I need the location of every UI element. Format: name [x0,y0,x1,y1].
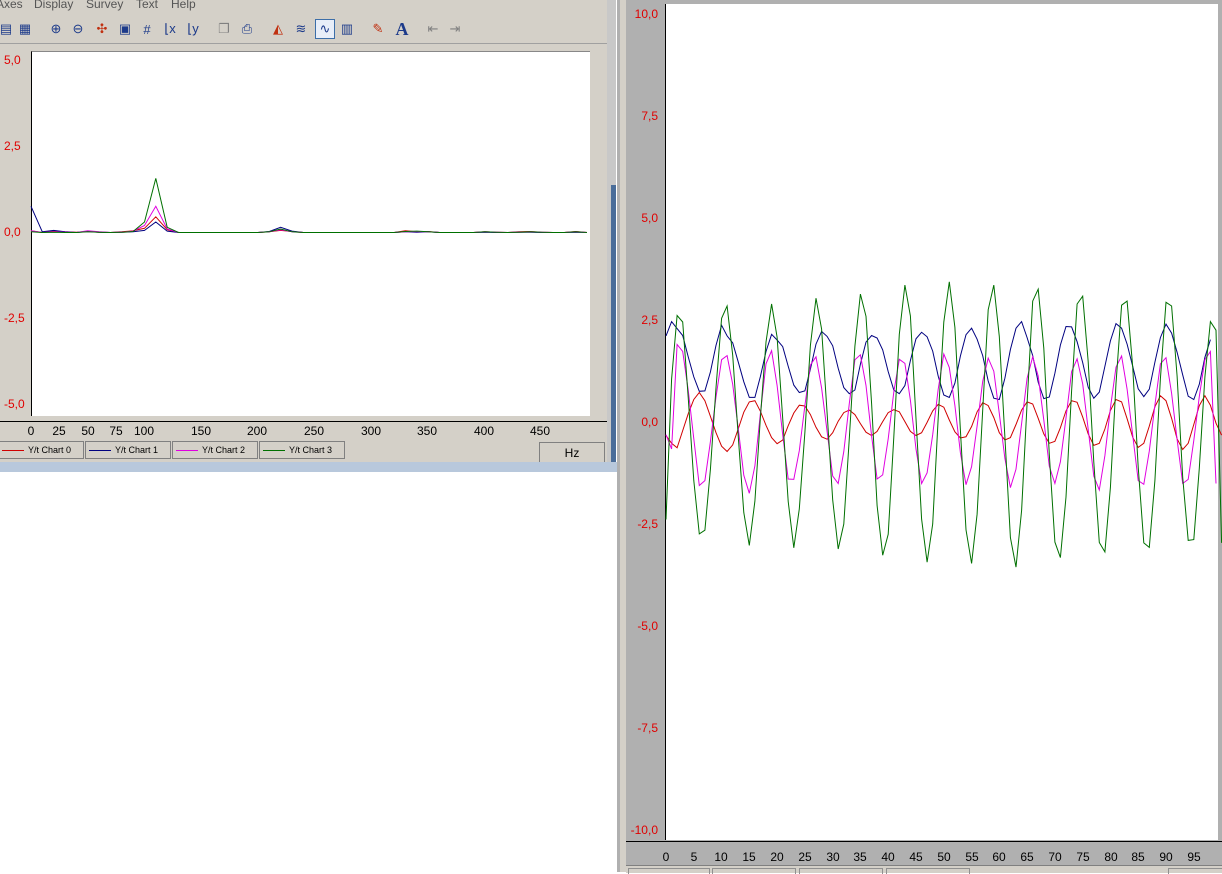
cursor-icon[interactable]: ✣ [92,19,112,39]
legend-label: Y/t Chart 2 [202,445,246,455]
x-tick-label: 0 [27,424,35,438]
x-tick-label: 80 [1104,850,1118,864]
legend-label: Y/t Chart 3 [289,445,333,455]
x-tick-label: 400 [473,424,495,438]
y-tick-label: 10,0 [634,7,658,21]
legend-item-chart-0[interactable]: Y/t Chart 0 [0,441,84,459]
x-tick-label: 55 [965,850,979,864]
y-tick-label: 0,0 [641,415,658,429]
y-tick-label: -2,5 [4,311,25,325]
legend-swatch [176,449,198,451]
status-panel [799,868,883,874]
legend-item-chart-1[interactable]: Y/t Chart 1 [85,441,171,459]
legend-item-chart-2[interactable]: Y/t Chart 2 [172,441,258,459]
arrow-left-icon[interactable]: ⇤ [423,19,443,39]
x-tick-label: 50 [937,850,951,864]
x-tick-label: 30 [826,850,840,864]
menu-bar: Axes Display Survey Text Help [0,0,610,12]
x-tick-label: 95 [1187,850,1201,864]
wave-chart-icon[interactable]: ≋ [291,19,311,39]
x-scale-icon[interactable]: ⌊x [160,19,180,39]
y-tick-label: 7,5 [641,109,658,123]
y-tick-label: -5,0 [637,619,658,633]
menu-axes[interactable]: Axes [0,0,23,11]
x-tick-label: 300 [360,424,382,438]
window-bottom-edge [0,462,617,472]
copy-icon[interactable]: ❐ [214,19,234,39]
x-tick-label: 70 [1048,850,1062,864]
status-panel [1168,868,1222,874]
x-tick-label: 150 [190,424,212,438]
x-tick-label: 35 [853,850,867,864]
legend-label: Y/t Chart 1 [115,445,159,455]
x-tick-label: 0 [662,850,670,864]
time-signal-plot[interactable] [665,4,1218,840]
grid-icon[interactable]: # [137,19,157,39]
y-tick-label: 0,0 [4,225,21,239]
scrollbar-thumb[interactable] [611,185,616,470]
save-icon[interactable]: ▣ [115,19,135,39]
y-tick-label: -10,0 [630,823,658,837]
toolbar: ▤ ▦ ⊕ ⊖ ✣ ▣ # ⌊x ⌊y ❐ ⎙ ◭ ≋ ∿ ▥ ✎ A ⇤ ⇥ [0,13,610,44]
legend-label: Y/t Chart 0 [28,445,72,455]
x-tick-label: 50 [81,424,95,438]
menu-text[interactable]: Text [136,0,158,11]
paint-brush-icon[interactable]: ✎ [368,19,388,39]
x-tick-label: 350 [416,424,438,438]
bar-chart-icon[interactable]: ▥ [337,19,357,39]
x-tick-label: 20 [770,850,784,864]
spectrum-plot[interactable] [31,51,590,416]
legend-item-chart-3[interactable]: Y/t Chart 3 [259,441,345,459]
x-tick-label: 85 [1131,850,1145,864]
x-tick-label: 60 [992,850,1006,864]
y-tick-label: 2,5 [641,313,658,327]
menu-display[interactable]: Display [34,0,73,11]
legend-swatch [2,449,24,451]
x-tick-label: 75 [1076,850,1090,864]
x-tick-label: 5 [690,850,698,864]
y-scale-icon[interactable]: ⌊y [183,19,203,39]
y-tick-label: 5,0 [4,53,21,67]
legend-swatch [89,449,111,451]
y-tick-label: 2,5 [4,139,21,153]
y-tick-label: -2,5 [637,517,658,531]
zoom-out-icon[interactable]: ⊖ [68,19,88,39]
x-tick-label: 90 [1159,850,1173,864]
arrow-right-icon[interactable]: ⇥ [445,19,465,39]
x-tick-label: 25 [798,850,812,864]
x-tick-label: 25 [52,424,66,438]
zoom-in-icon[interactable]: ⊕ [46,19,66,39]
x-tick-label: 65 [1020,850,1034,864]
legend-swatch [263,449,285,451]
x-tick-label: 75 [109,424,123,438]
table-icon[interactable]: ▦ [15,19,35,39]
unit-box[interactable]: Hz [539,442,605,463]
x-tick-label: 45 [909,850,923,864]
x-tick-label: 15 [742,850,756,864]
x-tick-label: 200 [246,424,268,438]
y-tick-label: 5,0 [641,211,658,225]
status-panel [628,868,710,874]
menu-help[interactable]: Help [171,0,196,11]
y-tick-label: -7,5 [637,721,658,735]
fill-chart-icon[interactable]: ◭ [268,19,288,39]
x-tick-label: 250 [303,424,325,438]
chart-list-icon[interactable]: ▤ [0,19,16,39]
print-icon[interactable]: ⎙ [237,19,257,39]
menu-survey[interactable]: Survey [86,0,123,11]
status-panel [712,868,796,874]
window-frame [620,0,626,872]
x-tick-label: 40 [881,850,895,864]
status-panel [886,868,970,874]
y-tick-label: -5,0 [4,397,25,411]
x-tick-label: 450 [529,424,551,438]
line-chart-icon[interactable]: ∿ [315,19,335,39]
text-icon[interactable]: A [392,19,412,39]
x-tick-label: 10 [714,850,728,864]
x-tick-label: 100 [133,424,155,438]
